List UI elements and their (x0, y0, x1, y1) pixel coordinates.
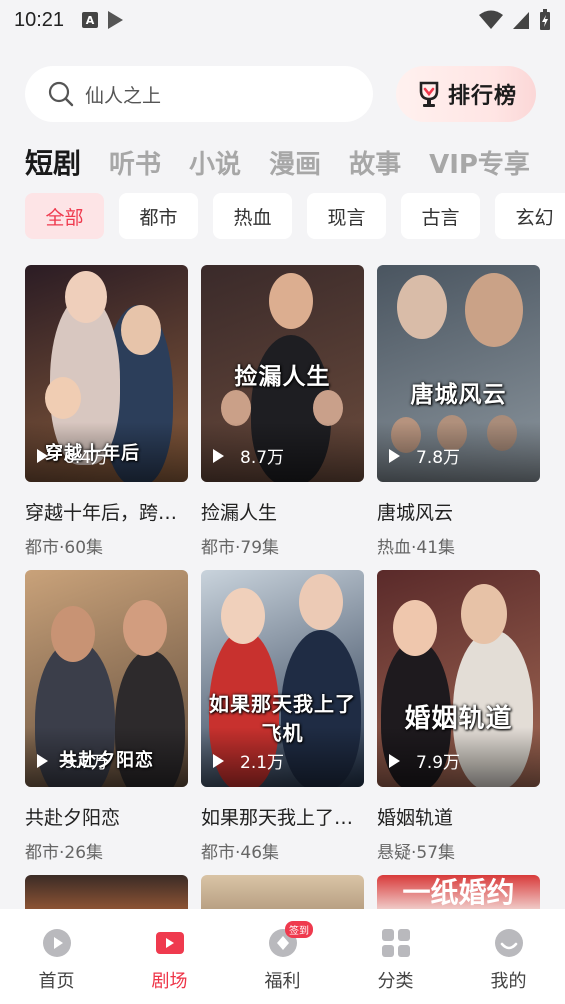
drama-title: 捡漏人生 (201, 502, 278, 524)
drama-card[interactable]: 捡漏人生 8.7万 捡漏人生 都市·79集 (201, 265, 364, 558)
play-count-value: 7.8万 (416, 448, 461, 468)
play-count: 6.4万 (37, 443, 108, 468)
drama-title: 婚姻轨道 (377, 807, 454, 829)
play-icon (213, 753, 224, 768)
play-store-icon (108, 11, 124, 29)
check-in-badge: 签到 (285, 921, 313, 938)
drama-title: 穿越十年后，跨越时空的爱 (25, 502, 188, 524)
nav-label: 首页 (38, 971, 75, 992)
poster-title-text: 唐城风云 (410, 381, 507, 408)
drama-meta: 都市·79集 (201, 538, 280, 558)
chip-ancient-romance[interactable]: 古言 (401, 193, 480, 239)
nav-label: 福利 (264, 971, 301, 992)
nav-theater[interactable]: 剧场 (113, 927, 226, 993)
play-count: 9.7万 (37, 748, 108, 773)
nav-profile[interactable]: 我的 (452, 927, 565, 993)
chip-all[interactable]: 全部 (25, 193, 104, 239)
status-bar: 10:21 A (0, 0, 565, 40)
drama-card[interactable]: 共赴夕阳恋 9.7万 共赴夕阳恋 都市·26集 (25, 570, 188, 863)
category-grid-icon (381, 929, 410, 957)
drama-title: 唐城风云 (377, 502, 454, 524)
chip-modern-romance[interactable]: 现言 (307, 193, 386, 239)
drama-meta: 都市·46集 (201, 843, 280, 863)
tab-vip[interactable]: VIP专享 (429, 144, 530, 181)
poster-title-text: 婚姻轨道 (404, 704, 513, 734)
ranking-label: 排行榜 (448, 84, 518, 109)
chip-fantasy[interactable]: 玄幻 (495, 193, 565, 239)
play-count-value: 8.7万 (240, 448, 285, 468)
tab-audiobook[interactable]: 听书 (109, 144, 161, 181)
tab-novel[interactable]: 小说 (189, 144, 241, 181)
play-count-value: 7.9万 (416, 753, 461, 773)
drama-poster[interactable]: 共赴夕阳恋 9.7万 (25, 570, 188, 787)
play-count-value: 9.7万 (64, 753, 109, 773)
trophy-icon (419, 81, 439, 107)
theater-icon (155, 932, 184, 954)
search-input[interactable]: 仙人之上 (25, 66, 373, 122)
nav-category[interactable]: 分类 (339, 927, 452, 993)
profile-icon (494, 929, 523, 957)
search-placeholder: 仙人之上 (85, 84, 162, 107)
notification-a-icon: A (82, 12, 99, 28)
drama-card[interactable]: 婚姻轨道 7.9万 婚姻轨道 悬疑·57集 (377, 570, 540, 863)
drama-poster[interactable]: 婚姻轨道 7.9万 (377, 570, 540, 787)
nav-label: 我的 (490, 971, 527, 992)
drama-meta: 都市·26集 (25, 843, 104, 863)
drama-meta: 都市·60集 (25, 538, 104, 558)
play-icon (37, 448, 48, 463)
drama-card[interactable]: 如果那天我上了飞机 2.1万 如果那天我上了飞机 都市·46集 (201, 570, 364, 863)
play-count-value: 2.1万 (240, 753, 285, 773)
poster-title-text: 如果那天我上了飞机 (209, 692, 356, 745)
ranking-button[interactable]: 排行榜 (396, 66, 536, 122)
nav-label: 分类 (377, 971, 414, 992)
drama-title: 共赴夕阳恋 (25, 807, 121, 829)
drama-title: 如果那天我上了飞机 (201, 807, 364, 829)
drama-poster[interactable]: 唐城风云 7.8万 (377, 265, 540, 482)
play-count: 2.1万 (213, 748, 284, 773)
drama-card[interactable]: 唐城风云 7.8万 唐城风云 热血·41集 (377, 265, 540, 558)
genre-filter-chips: 全部 都市 热血 现言 古言 玄幻 (25, 193, 565, 239)
search-icon (48, 81, 74, 107)
chip-urban[interactable]: 都市 (119, 193, 198, 239)
play-icon (389, 753, 400, 768)
play-icon (213, 448, 224, 463)
drama-poster[interactable]: 如果那天我上了飞机 2.1万 (201, 570, 364, 787)
cellular-signal-icon (513, 12, 529, 29)
chip-action[interactable]: 热血 (213, 193, 292, 239)
tab-short-drama[interactable]: 短剧 (25, 142, 81, 182)
drama-meta: 热血·41集 (377, 538, 456, 558)
play-count-value: 6.4万 (64, 448, 109, 468)
tab-story[interactable]: 故事 (349, 144, 401, 181)
drama-meta: 悬疑·57集 (377, 843, 456, 863)
poster-title-text: 捡漏人生 (234, 363, 331, 390)
play-count: 7.8万 (389, 443, 460, 468)
nav-label: 剧场 (151, 971, 188, 992)
drama-card[interactable]: 穿越十年后 6.4万 穿越十年后，跨越时空的爱 都市·60集 (25, 265, 188, 558)
poster-title-text: 一纸婚约 (402, 876, 515, 909)
play-count: 7.9万 (389, 748, 460, 773)
nav-welfare[interactable]: 签到 福利 (226, 921, 339, 993)
drama-poster[interactable]: 捡漏人生 8.7万 (201, 265, 364, 482)
wifi-icon (479, 10, 503, 29)
play-count: 8.7万 (213, 443, 284, 468)
battery-icon (540, 9, 550, 30)
drama-poster[interactable]: 穿越十年后 6.4万 (25, 265, 188, 482)
status-time: 10:21 (14, 8, 65, 31)
play-icon (37, 753, 48, 768)
category-tabs: 短剧 听书 小说 漫画 故事 VIP专享 (25, 140, 558, 184)
bottom-navigation: 首页 剧场 签到 福利 分类 我的 (0, 909, 565, 1004)
play-icon (389, 448, 400, 463)
nav-home[interactable]: 首页 (0, 927, 113, 993)
home-play-icon (42, 929, 71, 957)
tab-comic[interactable]: 漫画 (269, 144, 321, 181)
